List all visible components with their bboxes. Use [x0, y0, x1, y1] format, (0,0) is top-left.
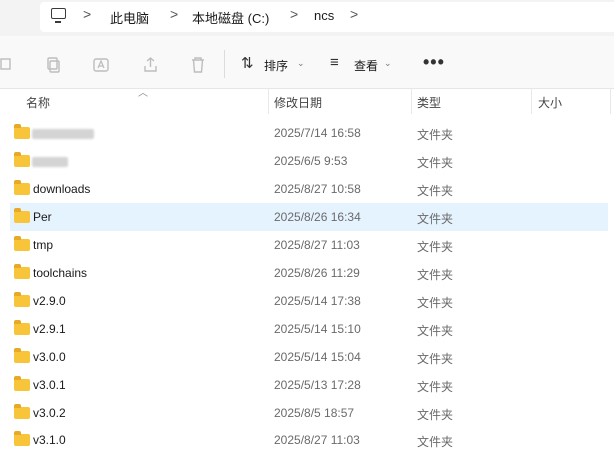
modified-date: 2025/5/14 15:10	[274, 322, 361, 336]
column-header-name[interactable]: 名称	[26, 94, 50, 111]
file-row[interactable]: v2.9.0 2025/5/14 17:38 文件夹	[10, 287, 608, 315]
breadcrumb-this-pc[interactable]: 此电脑	[110, 8, 149, 27]
modified-date: 2025/6/5 9:53	[274, 154, 348, 168]
breadcrumb-ncs[interactable]: ncs	[314, 8, 334, 23]
file-row[interactable]: downloads 2025/8/27 10:58 文件夹	[10, 175, 608, 203]
chevron-right-icon[interactable]: >	[350, 6, 358, 22]
file-row[interactable]: v3.1.0 2025/8/27 11:03 文件夹	[10, 426, 608, 454]
modified-date: 2025/8/27 10:58	[274, 182, 361, 196]
folder-icon	[14, 348, 30, 363]
rename-icon[interactable]	[93, 56, 111, 74]
file-type: 文件夹	[417, 408, 454, 422]
sort-icon[interactable]: ⇅	[241, 54, 254, 72]
file-name: toolchains	[33, 266, 88, 280]
copy-icon[interactable]	[46, 56, 62, 74]
toolbar-divider	[224, 50, 225, 78]
share-icon[interactable]	[142, 56, 160, 74]
view-button[interactable]: 查看	[354, 57, 378, 74]
file-name: tmp	[33, 238, 54, 252]
folder-icon	[14, 292, 30, 307]
folder-icon	[14, 431, 30, 446]
chevron-right-icon[interactable]: >	[170, 6, 178, 22]
folder-icon	[14, 404, 30, 419]
sort-button[interactable]: 排序	[264, 57, 288, 74]
modified-date: 2025/8/26 16:34	[274, 210, 361, 224]
modified-date: 2025/8/27 11:03	[274, 433, 360, 447]
file-row[interactable]: 2025/7/14 16:58 文件夹	[10, 119, 608, 147]
file-type: 文件夹	[417, 212, 454, 226]
modified-date: 2025/5/14 17:38	[274, 294, 361, 308]
column-header-row: ︿ 名称 修改日期 类型 大小	[0, 88, 614, 114]
column-divider[interactable]	[531, 88, 532, 114]
modified-date: 2025/5/13 17:28	[274, 378, 361, 392]
column-divider[interactable]	[268, 88, 269, 114]
delete-icon[interactable]	[190, 56, 206, 74]
file-type: 文件夹	[417, 268, 454, 282]
file-row[interactable]: v2.9.1 2025/5/14 15:10 文件夹	[10, 315, 608, 343]
file-row[interactable]: v3.0.1 2025/5/13 17:28 文件夹	[10, 371, 608, 399]
modified-date: 2025/8/5 18:57	[274, 406, 355, 420]
file-name: Per	[33, 210, 52, 224]
file-row-selected[interactable]: Per 2025/8/26 16:34 文件夹	[10, 203, 608, 231]
redacted-name	[32, 129, 94, 139]
chevron-right-icon[interactable]: >	[83, 6, 91, 22]
redacted-name	[32, 157, 68, 167]
this-pc-icon[interactable]	[51, 8, 66, 23]
folder-icon	[14, 320, 30, 335]
breadcrumb-local-disk[interactable]: 本地磁盘 (C:)	[192, 8, 269, 27]
file-type: 文件夹	[417, 128, 454, 142]
file-name: v3.0.0	[33, 350, 66, 364]
folder-icon	[14, 376, 30, 391]
file-name: v2.9.1	[33, 322, 66, 336]
more-options-button[interactable]: •••	[423, 52, 445, 73]
folder-icon	[14, 124, 30, 139]
file-row[interactable]: toolchains 2025/8/26 11:29 文件夹	[10, 259, 608, 287]
file-name: v3.0.1	[33, 378, 66, 392]
folder-icon	[14, 180, 30, 195]
column-header-size[interactable]: 大小	[538, 94, 562, 111]
file-row[interactable]: tmp 2025/8/27 11:03 文件夹	[10, 231, 608, 259]
column-divider[interactable]	[411, 88, 412, 114]
modified-date: 2025/8/26 11:29	[274, 266, 360, 280]
command-bar: ⇅ 排序 ⌄ ≡ 查看 ⌄ •••	[0, 36, 614, 89]
chevron-down-icon[interactable]: ⌄	[297, 58, 305, 69]
folder-icon	[14, 236, 30, 251]
chevron-right-icon[interactable]: >	[290, 6, 298, 22]
column-divider[interactable]	[610, 88, 611, 114]
file-type: 文件夹	[417, 380, 454, 394]
address-bar-area: > 此电脑 > 本地磁盘 (C:) > ncs >	[0, 0, 614, 36]
file-type: 文件夹	[417, 156, 454, 170]
file-row[interactable]: 2025/6/5 9:53 文件夹	[10, 147, 608, 175]
column-header-type[interactable]: 类型	[417, 94, 441, 111]
folder-icon	[14, 264, 30, 279]
file-row[interactable]: v3.0.2 2025/8/5 18:57 文件夹	[10, 399, 608, 427]
file-name: downloads	[33, 182, 91, 196]
file-row[interactable]: v3.0.0 2025/5/14 15:04 文件夹	[10, 343, 608, 371]
folder-icon	[14, 152, 30, 167]
file-name: v3.0.2	[33, 406, 66, 420]
file-name: v2.9.0	[33, 294, 66, 308]
file-type: 文件夹	[417, 184, 454, 198]
sort-ascending-icon: ︿	[138, 88, 148, 99]
cut-icon[interactable]	[0, 56, 14, 72]
column-header-modified[interactable]: 修改日期	[274, 94, 322, 111]
modified-date: 2025/7/14 16:58	[274, 126, 361, 140]
modified-date: 2025/5/14 15:04	[274, 350, 361, 364]
file-type: 文件夹	[417, 435, 454, 449]
chevron-down-icon[interactable]: ⌄	[384, 58, 392, 69]
folder-icon	[14, 208, 30, 223]
modified-date: 2025/8/27 11:03	[274, 238, 360, 252]
file-type: 文件夹	[417, 324, 454, 338]
file-type: 文件夹	[417, 352, 454, 366]
file-type: 文件夹	[417, 296, 454, 310]
file-type: 文件夹	[417, 240, 454, 254]
file-name: v3.1.0	[33, 433, 66, 447]
view-icon[interactable]: ≡	[330, 54, 339, 71]
